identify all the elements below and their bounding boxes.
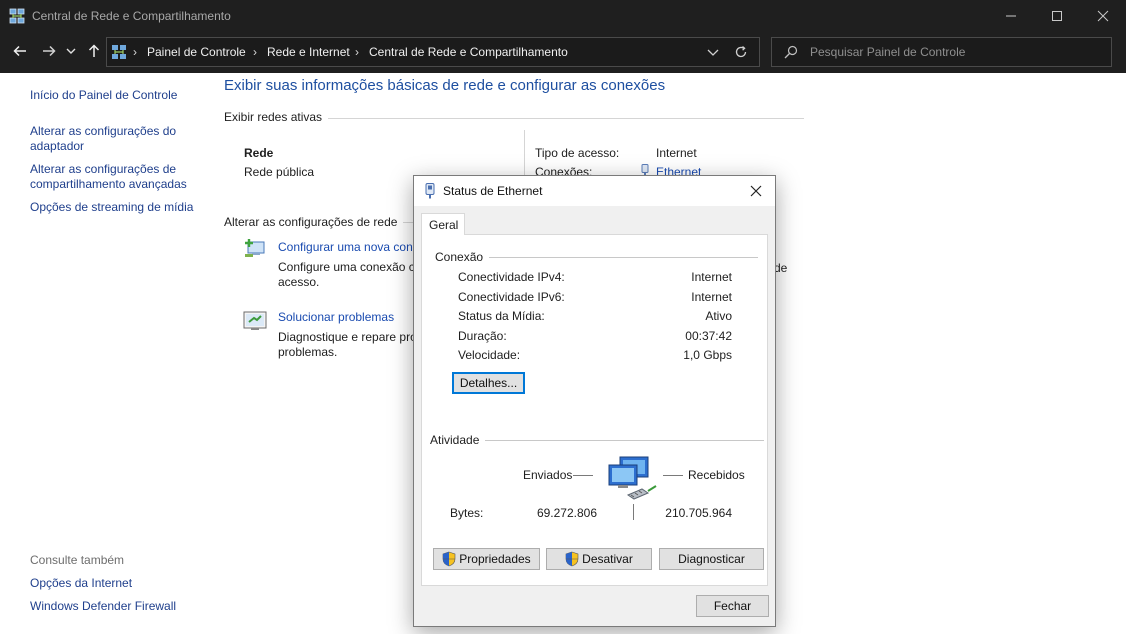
disable-button[interactable]: Desativar (546, 548, 652, 570)
activity-heading: Atividade (430, 433, 486, 447)
tab-panel-geral: Conexão Conectividade IPv4: Internet Con… (421, 234, 768, 586)
search-input[interactable] (810, 43, 1100, 61)
close-icon (1097, 10, 1109, 22)
access-type-label: Tipo de acesso: (535, 146, 620, 160)
divider (663, 475, 683, 476)
task-description-line: Configure uma conexão c (278, 260, 415, 274)
refresh-icon[interactable] (733, 44, 749, 60)
task-description-line: Diagnostique e repare pro (278, 330, 417, 344)
page-title: Exibir suas informações básicas de rede … (224, 77, 666, 94)
dialog-title: Status de Ethernet (443, 184, 543, 198)
address-bar[interactable]: › Painel de Controle › Rede e Internet ›… (106, 37, 760, 67)
maximize-button[interactable] (1034, 0, 1080, 32)
speed-value: 1,0 Gbps (683, 348, 732, 362)
see-also-internet-options[interactable]: Opções da Internet (30, 576, 200, 591)
back-button[interactable] (9, 41, 31, 61)
bytes-label: Bytes: (450, 506, 484, 520)
network-center-icon (9, 8, 25, 24)
see-also-heading: Consulte também (30, 553, 125, 567)
breadcrumb-rede-e-internet[interactable]: Rede e Internet (267, 45, 350, 59)
divider (573, 475, 593, 476)
troubleshoot-icon (243, 311, 267, 330)
task-description-line: problemas. (278, 345, 338, 359)
see-also-firewall[interactable]: Windows Defender Firewall (30, 599, 200, 614)
forward-button[interactable] (38, 41, 60, 61)
task-description-line: acesso. (278, 275, 320, 289)
connection-heading: Conexão (435, 250, 490, 264)
partial-text: de (774, 261, 788, 275)
arrow-right-icon (43, 45, 56, 57)
breadcrumb-central-de-rede[interactable]: Central de Rede e Compartilhamento (369, 45, 568, 59)
divider (477, 257, 758, 258)
tab-label: Geral (429, 218, 459, 232)
media-status-label: Status da Mídia: (458, 309, 545, 323)
navigation-bar: › Painel de Controle › Rede e Internet ›… (0, 32, 1126, 73)
breadcrumb-separator-icon: › (253, 45, 257, 59)
minimize-button[interactable] (988, 0, 1034, 32)
chevron-down-icon[interactable] (705, 44, 721, 60)
ipv4-label: Conectividade IPv4: (458, 270, 565, 284)
close-window-button[interactable] (1080, 0, 1126, 32)
ipv6-value: Internet (691, 290, 732, 304)
minimize-icon (1006, 15, 1016, 17)
change-settings-heading: Alterar as configurações de rede (224, 215, 404, 229)
network-type: Rede pública (244, 165, 315, 179)
control-panel-icon (112, 45, 126, 59)
chevron-down-icon (66, 48, 76, 54)
new-connection-icon (245, 239, 265, 257)
ipv4-value: Internet (691, 270, 732, 284)
window-title-bar: Central de Rede e Compartilhamento (0, 0, 1126, 32)
sidebar-item-media-streaming[interactable]: Opções de streaming de mídia (30, 200, 200, 215)
sidebar-item-adapter-settings[interactable]: Alterar as configurações do adaptador (30, 124, 190, 154)
maximize-icon (1052, 11, 1062, 21)
details-button[interactable]: Detalhes... (452, 372, 525, 394)
close-button[interactable]: Fechar (696, 595, 769, 617)
up-button[interactable] (83, 41, 105, 61)
ethernet-status-dialog: Status de Ethernet Geral Conexão Conecti… (413, 175, 776, 627)
breadcrumb-painel-de-controle[interactable]: Painel de Controle (147, 45, 246, 59)
window-title: Central de Rede e Compartilhamento (32, 9, 231, 23)
media-status-value: Ativo (705, 309, 732, 323)
breadcrumb-separator-icon: › (355, 45, 359, 59)
ipv6-label: Conectividade IPv6: (458, 290, 565, 304)
setup-new-connection-link[interactable]: Configurar uma nova con (278, 240, 413, 254)
search-box[interactable] (771, 37, 1112, 67)
sidebar-item-advanced-sharing[interactable]: Alterar as configurações de compartilham… (30, 162, 200, 192)
duration-label: Duração: (458, 329, 507, 343)
uac-shield-icon (565, 551, 579, 567)
active-networks-heading: Exibir redes ativas (224, 110, 329, 124)
tab-geral[interactable]: Geral (421, 213, 465, 235)
sent-label: Enviados (523, 468, 573, 482)
arrow-left-icon (13, 45, 26, 57)
divider (633, 504, 634, 520)
access-type-value: Internet (656, 146, 697, 160)
duration-value: 00:37:42 (685, 329, 732, 343)
sidebar-item-inicio[interactable]: Início do Painel de Controle (30, 88, 200, 103)
disable-button-label: Desativar (582, 552, 633, 566)
setup-connection-description: Configure uma conexão c acesso. (278, 260, 418, 290)
bytes-received-value: 210.705.964 (665, 506, 732, 520)
bytes-sent-value: 69.272.806 (536, 506, 597, 520)
troubleshoot-link[interactable]: Solucionar problemas (278, 310, 394, 324)
arrow-up-icon (88, 44, 100, 57)
ethernet-icon (425, 183, 435, 199)
properties-button[interactable]: Propriedades (433, 548, 540, 570)
speed-label: Velocidade: (458, 348, 521, 362)
received-label: Recebidos (688, 468, 745, 482)
uac-shield-icon (442, 551, 456, 567)
diagnose-button[interactable]: Diagnosticar (659, 548, 764, 570)
breadcrumb-separator-icon: › (133, 45, 137, 59)
properties-button-label: Propriedades (459, 552, 531, 566)
network-name: Rede (244, 146, 274, 160)
troubleshoot-description: Diagnostique e repare pro problemas. (278, 330, 418, 360)
divider (484, 440, 764, 441)
network-computers-icon (608, 456, 657, 500)
search-icon (784, 45, 798, 59)
recent-locations-button[interactable] (63, 41, 79, 61)
dialog-title-bar: Status de Ethernet (414, 176, 775, 206)
close-icon[interactable] (748, 183, 764, 199)
